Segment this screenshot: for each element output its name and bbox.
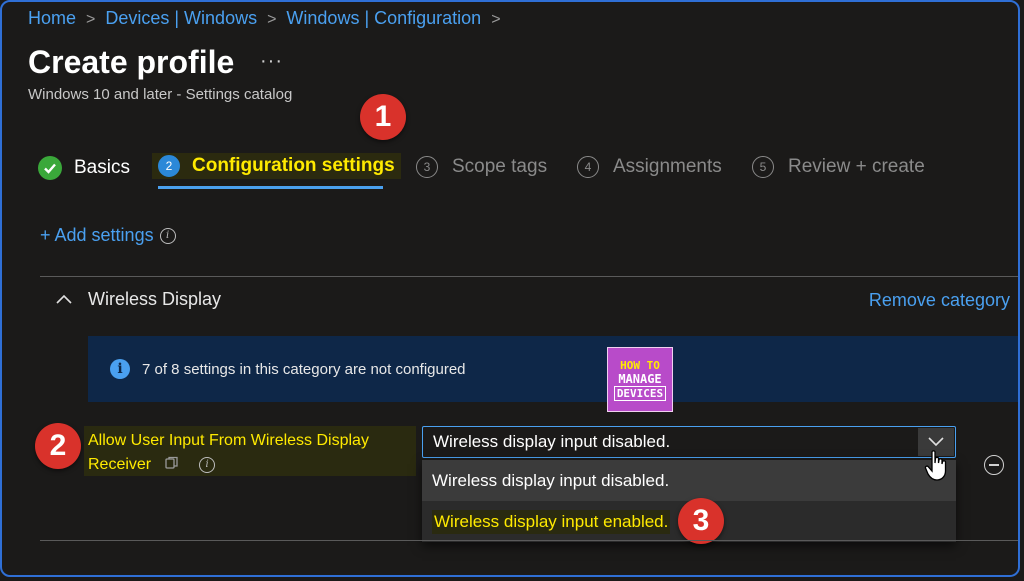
check-circle-icon bbox=[38, 156, 62, 180]
callout-badge-3: 3 bbox=[678, 498, 724, 544]
screenshot-frame: Home > Devices | Windows > Windows | Configu… bbox=[0, 0, 1020, 577]
breadcrumb-windows-configuration[interactable]: Windows | Configuration bbox=[286, 8, 481, 28]
tab-assignments[interactable]: 4 Assignments bbox=[577, 156, 722, 178]
wizard-steps: Basics 2 Configuration settings 3 Scope … bbox=[38, 152, 998, 192]
more-options-button[interactable]: ··· bbox=[260, 50, 283, 73]
remove-category-link[interactable]: Remove category bbox=[869, 290, 1010, 311]
dropdown-option-disabled[interactable]: Wireless display input disabled. bbox=[422, 460, 956, 501]
logo-line-3: DEVICES bbox=[613, 385, 667, 401]
logo-line-1: HOW TO bbox=[620, 358, 660, 372]
option-label: Wireless display input disabled. bbox=[432, 470, 670, 490]
info-icon: i bbox=[110, 359, 130, 379]
breadcrumb-separator: > bbox=[267, 11, 277, 28]
setting-label-line-2-row: Receiver i bbox=[88, 453, 412, 477]
active-tab-indicator bbox=[158, 186, 383, 189]
tab-basics[interactable]: Basics bbox=[38, 156, 130, 180]
setting-label: Allow User Input From Wireless Display R… bbox=[84, 426, 416, 476]
section-divider bbox=[40, 276, 1018, 277]
tab-configuration-settings[interactable]: 2 Configuration settings bbox=[152, 153, 401, 179]
breadcrumb-devices-windows[interactable]: Devices | Windows bbox=[105, 8, 257, 28]
breadcrumb-separator: > bbox=[86, 11, 96, 28]
logo-line-2: MANAGE bbox=[618, 371, 662, 386]
category-header[interactable]: Wireless Display bbox=[56, 289, 221, 310]
chevron-up-icon[interactable] bbox=[56, 291, 72, 309]
info-icon[interactable]: i bbox=[199, 457, 216, 473]
section-divider bbox=[40, 540, 1018, 541]
setting-label-line-1: Allow User Input From Wireless Display bbox=[88, 432, 369, 449]
how-to-manage-devices-logo: HOW TO MANAGE DEVICES bbox=[607, 347, 673, 412]
step-number-badge: 3 bbox=[416, 156, 438, 178]
dropdown-selected-value: Wireless display input disabled. bbox=[433, 432, 671, 451]
hand-cursor-icon bbox=[924, 450, 950, 487]
step-number-badge: 2 bbox=[158, 155, 180, 177]
add-settings-label: + Add settings bbox=[40, 225, 154, 245]
breadcrumb: Home > Devices | Windows > Windows | Configu… bbox=[28, 8, 511, 29]
tab-label: Scope tags bbox=[452, 156, 548, 177]
callout-badge-2: 2 bbox=[35, 423, 81, 469]
tab-label: Configuration settings bbox=[192, 155, 395, 176]
info-banner: i 7 of 8 settings in this category are n… bbox=[88, 336, 1018, 402]
copy-icon[interactable] bbox=[165, 453, 179, 477]
breadcrumb-separator: > bbox=[491, 11, 501, 28]
setting-label-line-2: Receiver bbox=[88, 456, 152, 473]
add-settings-link[interactable]: + Add settings i bbox=[40, 225, 176, 246]
callout-badge-1: 1 bbox=[360, 94, 406, 140]
tab-scope-tags[interactable]: 3 Scope tags bbox=[416, 156, 547, 178]
step-number-badge: 4 bbox=[577, 156, 599, 178]
page-subtitle: Windows 10 and later - Settings catalog bbox=[28, 86, 293, 103]
step-number-badge: 5 bbox=[752, 156, 774, 178]
page-title: Create profile bbox=[28, 44, 235, 80]
tab-review-create[interactable]: 5 Review + create bbox=[752, 156, 925, 178]
remove-setting-icon[interactable] bbox=[984, 455, 1004, 475]
breadcrumb-home[interactable]: Home bbox=[28, 8, 76, 28]
setting-value-dropdown[interactable]: Wireless display input disabled. bbox=[422, 426, 956, 458]
info-banner-text: 7 of 8 settings in this category are not… bbox=[142, 360, 466, 378]
tab-label: Assignments bbox=[613, 156, 722, 177]
info-icon[interactable]: i bbox=[159, 227, 176, 244]
tab-label: Basics bbox=[74, 157, 130, 178]
tab-label: Review + create bbox=[788, 156, 925, 177]
option-label: Wireless display input enabled. bbox=[432, 509, 671, 534]
category-name: Wireless Display bbox=[88, 289, 222, 309]
